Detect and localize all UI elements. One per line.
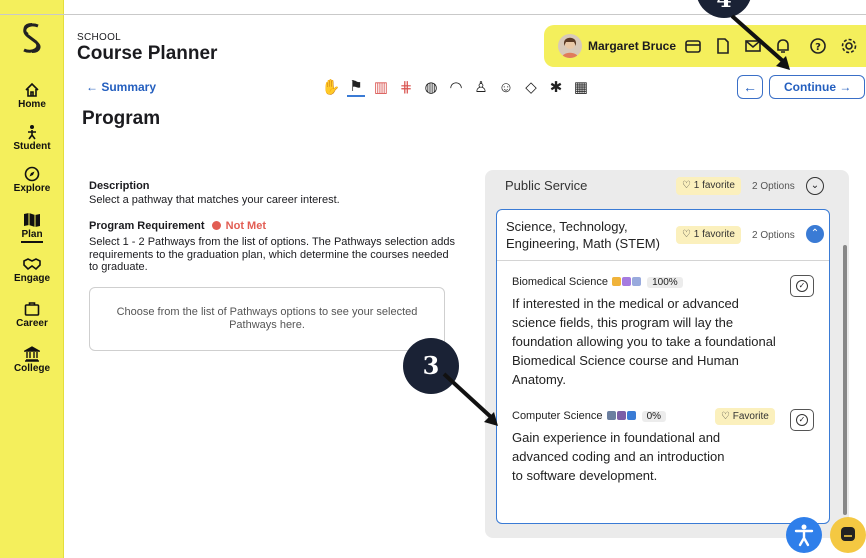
signpost-icon[interactable]: ⚑: [347, 77, 365, 97]
status-text: Not Met: [225, 220, 266, 232]
program-name: Biomedical Science 100%: [512, 276, 683, 288]
app-logo-icon[interactable]: [18, 22, 46, 54]
hand-wave-icon[interactable]: ✋: [322, 77, 341, 97]
sidebar-item-explore[interactable]: Explore: [0, 166, 64, 194]
trophy-icon: [612, 277, 622, 286]
category-toolbar: ✋ ⚑ ▥ ⋕ ◍ ◠ ♙ ☺ ◇ ✱ ▦: [322, 77, 590, 101]
sidebar-item-plan[interactable]: Plan: [0, 212, 64, 243]
requirement-heading: Program Requirement Not Met: [89, 220, 266, 232]
program-name: Computer Science 0%: [512, 410, 667, 422]
program-title: Computer Science: [512, 410, 603, 422]
diamond-icon[interactable]: ◇: [522, 77, 540, 97]
sidebar-label: College: [13, 363, 51, 374]
program-description: Gain experience in foundational and adva…: [512, 430, 725, 483]
sidebar: Home Student Explore Plan Engage Career …: [0, 0, 64, 558]
page-title: Program: [82, 108, 161, 129]
sidebar-label: Explore: [13, 183, 51, 194]
wallet-icon[interactable]: [684, 37, 702, 55]
gauge-icon[interactable]: ◠: [447, 77, 465, 97]
user-name[interactable]: Margaret Bruce: [588, 39, 676, 53]
options-count: 2 Options: [752, 181, 795, 192]
pathway-title[interactable]: Public Service: [505, 178, 587, 193]
annotation-arrow-icon: [730, 14, 790, 70]
sidebar-label: Student: [13, 141, 51, 152]
dna-icon: [632, 277, 642, 286]
annotation-arrow-icon: [442, 372, 498, 426]
accessibility-button[interactable]: [786, 517, 822, 553]
status-dot-icon: [211, 221, 221, 230]
divider: [497, 260, 829, 261]
table-icon[interactable]: ▦: [572, 77, 590, 97]
scrollbar[interactable]: [843, 245, 847, 515]
grid-icon[interactable]: ⋕: [397, 77, 415, 97]
atom-icon: [622, 277, 632, 286]
runner-icon[interactable]: ♙: [472, 77, 490, 97]
globe-icon[interactable]: ◍: [422, 77, 440, 97]
student-icon: [28, 125, 36, 140]
sidebar-item-engage[interactable]: Engage: [0, 256, 64, 284]
status-badge: Not Met: [211, 220, 266, 232]
college-building-icon: [24, 346, 40, 362]
check-icon: ✓: [796, 414, 808, 426]
home-icon: [25, 82, 39, 97]
select-program-button[interactable]: ✓: [790, 275, 814, 297]
gamepad-icon: [616, 411, 626, 420]
sidebar-item-home[interactable]: Home: [0, 82, 64, 110]
masks-icon[interactable]: ☺: [497, 77, 515, 97]
match-percent: 0%: [641, 411, 667, 422]
back-to-summary-link[interactable]: ← Summary: [86, 80, 156, 94]
help-icon[interactable]: ?: [809, 37, 827, 55]
accessibility-icon: [794, 524, 814, 547]
chat-icon: [841, 527, 855, 541]
program-title: Biomedical Science: [512, 276, 608, 288]
description-heading: Description: [89, 180, 150, 192]
pathway-title-line: Science, Technology,: [506, 219, 628, 234]
avatar[interactable]: [558, 34, 582, 58]
sidebar-item-college[interactable]: College: [0, 346, 64, 374]
laptop-icon: [606, 411, 616, 420]
requirement-text: Select 1 - 2 Pathways from the list of o…: [89, 236, 456, 273]
compass-icon: [24, 166, 40, 182]
previous-button[interactable]: ←: [737, 75, 763, 99]
sidebar-label: Plan: [21, 229, 43, 243]
books-icon[interactable]: ▥: [372, 77, 390, 97]
sidebar-label: Career: [16, 318, 48, 329]
handshake-icon: [23, 258, 41, 271]
continue-button[interactable]: Continue →: [769, 75, 865, 99]
app-title: Course Planner: [77, 43, 218, 64]
match-percent: 100%: [647, 277, 683, 288]
favorites-count: ♡ 1 favorite: [676, 177, 741, 195]
pathway-title[interactable]: Science, Technology, Engineering, Math (…: [506, 218, 666, 252]
settings-gear-icon[interactable]: [840, 37, 858, 55]
sidebar-label: Home: [18, 99, 46, 110]
briefcase-icon: [24, 302, 40, 316]
wifi-icon: [626, 411, 636, 420]
sidebar-label: Engage: [13, 273, 51, 284]
requirement-heading-label: Program Requirement: [89, 220, 205, 232]
favorite-button[interactable]: ♡ Favorite: [715, 408, 775, 425]
expand-chevron-icon[interactable]: ⌄: [806, 177, 824, 195]
asterisk-icon[interactable]: ✱: [547, 77, 565, 97]
sidebar-item-student[interactable]: Student: [0, 124, 64, 152]
options-count: 2 Options: [752, 230, 795, 241]
favorites-count: ♡ 1 favorite: [676, 226, 741, 244]
collapse-chevron-icon[interactable]: ⌃: [806, 225, 824, 243]
pathway-title-line: Engineering, Math (STEM): [506, 236, 660, 251]
chat-button[interactable]: [830, 517, 866, 553]
user-bar: Margaret Bruce ?: [544, 25, 866, 67]
description-text: Select a pathway that matches your caree…: [89, 194, 340, 206]
school-label: SCHOOL: [77, 32, 122, 43]
select-program-button[interactable]: ✓: [790, 409, 814, 431]
check-icon: ✓: [796, 280, 808, 292]
selected-pathways-box: Choose from the list of Pathways options…: [89, 287, 445, 351]
map-icon: [24, 213, 40, 227]
sidebar-item-career[interactable]: Career: [0, 301, 64, 329]
svg-text:?: ?: [815, 42, 821, 53]
program-description: If interested in the medical or advanced…: [512, 296, 776, 387]
